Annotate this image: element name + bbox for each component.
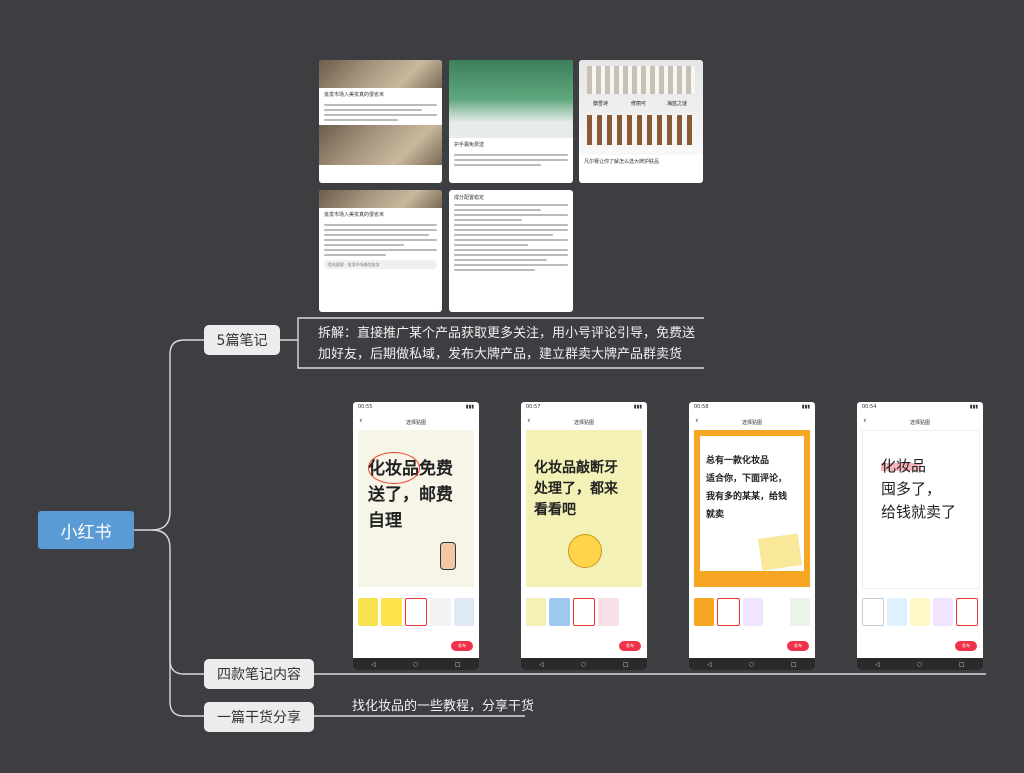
phone-3-poster-line-4: 就卖 xyxy=(706,510,725,520)
phone-2-publish-button[interactable]: 发布 xyxy=(619,641,641,651)
note-card-3-label-1: 旗雪诗 xyxy=(593,101,609,107)
phone-2-titlebar: ‹ 选择贴图 xyxy=(521,415,647,429)
note-card-4-text xyxy=(319,224,442,256)
note-card-4-title: 批发市场入美妆真的很省米 xyxy=(324,212,385,218)
branch-notes-label: 5篇笔记 xyxy=(216,333,268,349)
note-card-5-text xyxy=(449,204,573,271)
note-card-3[interactable]: 旗雪诗 修丽可 海蓝之谜 凡尔赛让你了解怎么选大牌护肤品 xyxy=(579,60,703,183)
note-card-1[interactable]: 批发市场入美妆真的很省米 xyxy=(319,60,442,183)
branch-notes-analysis: 拆解：直接推广某个产品获取更多关注，用小号评论引导，免费送加好友，后期做私域，发… xyxy=(318,326,696,362)
phone-1-titlebar: ‹ 选择贴图 xyxy=(353,415,479,429)
phone-3-poster-line-2: 适合你，下面评论， xyxy=(706,474,788,484)
phone-1-poster: 化妆品免费 送了，邮费 自理 xyxy=(358,430,474,587)
phone-1-poster-line-3: 自理 xyxy=(368,511,402,531)
note-card-3-label-3: 海蓝之谜 xyxy=(667,101,688,107)
phone-screenshot-4[interactable]: 00:54 ▮▮▮ ‹ 选择贴图 化妆品 囤多了， 给钱就卖了 发布 ◁ ○ □ xyxy=(857,402,983,670)
phone-4-time: 00:54 xyxy=(862,404,877,410)
phone-3-titlebar: ‹ 选择贴图 xyxy=(689,415,815,429)
branch-four-notes[interactable]: 四款笔记内容 xyxy=(204,659,314,689)
phone-screenshot-3[interactable]: 00:58 ▮▮▮ ‹ 选择贴图 总有一款化妆品 适合你，下面评论， 我有多的某某，… xyxy=(689,402,815,670)
related-search-bar[interactable]: 相关搜索 · 批发市场美妆批发 xyxy=(324,260,437,269)
phone-3-status: 00:58 ▮▮▮ xyxy=(689,402,815,415)
note-card-3-photo: 旗雪诗 修丽可 海蓝之谜 xyxy=(579,60,703,155)
phone-4-template-thumbs[interactable] xyxy=(862,598,978,626)
note-card-5-title: 成分配置稳定 xyxy=(454,195,485,201)
phone-1-time: 00:55 xyxy=(358,404,373,410)
phone-4-poster-line-1: 化妆品 xyxy=(881,457,927,475)
phone-3-poster: 总有一款化妆品 适合你，下面评论， 我有多的某某，给钱 就卖 xyxy=(694,430,810,587)
phone-3-template-thumbs[interactable] xyxy=(694,598,811,626)
phone-2-poster-line-1: 化妆品敲断牙 xyxy=(534,460,618,476)
phone-4-topbar: 选择贴图 xyxy=(909,419,930,426)
note-card-2-title: 护手霜免费送 xyxy=(454,142,485,148)
phone-2-navbar: ◁ ○ □ xyxy=(521,658,647,670)
note-card-1-photo-2 xyxy=(319,125,442,165)
phone-4-poster-line-2: 囤多了， xyxy=(881,480,942,498)
back-icon[interactable]: ‹ xyxy=(695,416,699,426)
phone-2-poster: 化妆品敲断牙 处理了，都来 看看吧 xyxy=(526,430,642,587)
branch-four-notes-label: 四款笔记内容 xyxy=(217,667,301,683)
phone-3-publish-button[interactable]: 发布 xyxy=(787,641,809,651)
phone-3-topbar: 选择贴图 xyxy=(741,419,762,426)
branch-dry-share-label: 一篇干货分享 xyxy=(217,710,301,726)
back-icon[interactable]: ‹ xyxy=(359,416,363,426)
sticky-note-icon xyxy=(757,533,803,571)
phone-1-navbar: ◁ ○ □ xyxy=(353,658,479,670)
note-card-2-photo xyxy=(449,60,573,138)
phone-4-status: 00:54 ▮▮▮ xyxy=(857,402,983,415)
phone-screenshot-1[interactable]: 00:55 ▮▮▮ ‹ 选择贴图 化妆品免费 送了，邮费 自理 发布 ◁ ○ □ xyxy=(353,402,479,670)
note-card-4-photo xyxy=(319,190,442,208)
phone-2-template-thumbs[interactable] xyxy=(526,598,643,626)
phone-1-status: 00:55 ▮▮▮ xyxy=(353,402,479,415)
phone-3-poster-line-1: 总有一款化妆品 xyxy=(706,456,770,466)
phone-2-topbar: 选择贴图 xyxy=(573,419,594,426)
phone-4-publish-button[interactable]: 发布 xyxy=(955,641,977,651)
branch-notes[interactable]: 5篇笔记 xyxy=(204,325,280,355)
crying-face-icon xyxy=(568,534,602,568)
note-card-2[interactable]: 护手霜免费送 xyxy=(449,60,573,183)
back-icon[interactable]: ‹ xyxy=(527,416,531,426)
note-card-1-text xyxy=(319,104,442,121)
phone-4-titlebar: ‹ 选择贴图 xyxy=(857,415,983,429)
phone-1-poster-line-2: 送了，邮费 xyxy=(368,485,453,505)
note-card-3-label-2: 修丽可 xyxy=(631,101,647,107)
back-icon[interactable]: ‹ xyxy=(863,416,867,426)
note-card-2-text xyxy=(449,154,573,166)
phone-1-template-thumbs[interactable] xyxy=(358,598,475,626)
note-card-5[interactable]: 成分配置稳定 xyxy=(449,190,573,312)
phone-3-poster-line-3: 我有多的某某，给钱 xyxy=(706,492,788,502)
phone-1-publish-button[interactable]: 发布 xyxy=(451,641,473,651)
root-node[interactable]: 小红书 xyxy=(38,511,134,549)
phone-1-topbar: 选择贴图 xyxy=(405,419,426,426)
phone-4-navbar: ◁ ○ □ xyxy=(857,658,983,670)
note-card-1-photo xyxy=(319,60,442,88)
phone-4-poster-line-3: 给钱就卖了 xyxy=(881,503,957,521)
phone-4-poster: 化妆品 囤多了， 给钱就卖了 xyxy=(862,430,980,589)
note-card-4[interactable]: 批发市场入美妆真的很省米 相关搜索 · 批发市场美妆批发 xyxy=(319,190,442,312)
phone-screenshot-2[interactable]: 00:57 ▮▮▮ ‹ 选择贴图 化妆品敲断牙 处理了，都来 看看吧 发布 ◁ ○ □ xyxy=(521,402,647,670)
phone-2-status: 00:57 ▮▮▮ xyxy=(521,402,647,415)
phone-3-navbar: ◁ ○ □ xyxy=(689,658,815,670)
bottle-icon xyxy=(440,542,456,570)
note-card-1-title: 批发市场入美妆真的很省米 xyxy=(324,92,385,98)
circle-highlight xyxy=(368,452,420,484)
branch-dry-share[interactable]: 一篇干货分享 xyxy=(204,702,314,732)
branch-dry-share-note: 找化妆品的一些教程，分享干货 xyxy=(352,699,535,714)
phone-2-poster-line-2: 处理了，都来 xyxy=(534,481,618,497)
phone-2-time: 00:57 xyxy=(526,404,541,410)
root-label: 小红书 xyxy=(60,522,112,543)
phone-2-poster-line-3: 看看吧 xyxy=(534,502,576,518)
note-card-3-title: 凡尔赛让你了解怎么选大牌护肤品 xyxy=(584,159,660,165)
phone-3-time: 00:58 xyxy=(694,404,709,410)
